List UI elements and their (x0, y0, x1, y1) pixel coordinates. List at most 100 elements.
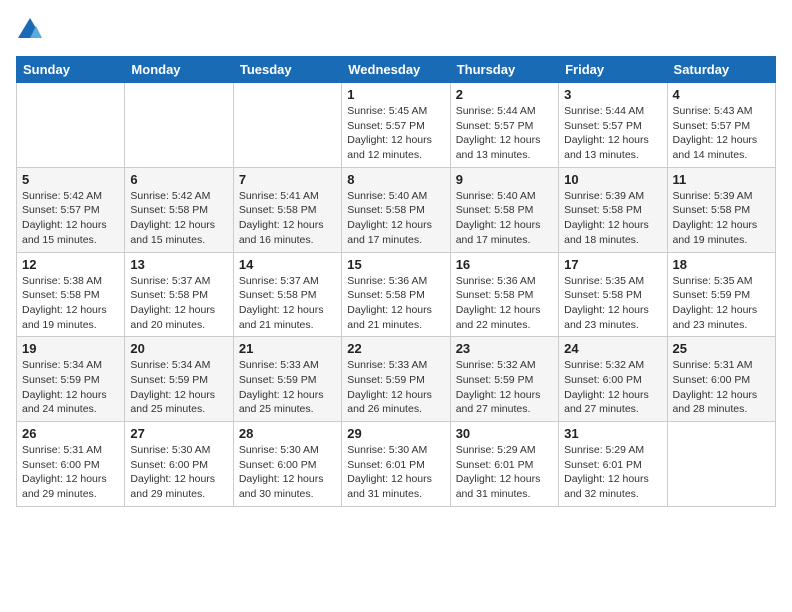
day-info: Sunrise: 5:39 AM Sunset: 5:58 PM Dayligh… (564, 189, 661, 248)
day-number: 21 (239, 341, 336, 356)
day-number: 29 (347, 426, 444, 441)
calendar-cell: 24Sunrise: 5:32 AM Sunset: 6:00 PM Dayli… (559, 337, 667, 422)
calendar-cell: 11 Sunrise: 5:39 AM Sunset: 5:58 PM Dayli… (667, 167, 775, 252)
calendar-cell: 31 Sunrise: 5:29 AM Sunset: 6:01 PM Dayli… (559, 422, 667, 507)
calendar-cell: 13 Sunrise: 5:37 AM Sunset: 5:58 PM Dayli… (125, 252, 233, 337)
day-info: Sunrise: 5:40 AM Sunset: 5:58 PM Dayligh… (347, 189, 444, 248)
calendar-header-row: SundayMondayTuesdayWednesdayThursdayFrid… (17, 57, 776, 83)
logo-icon (16, 16, 44, 44)
calendar-cell: 12 Sunrise: 5:38 AM Sunset: 5:58 PM Dayli… (17, 252, 125, 337)
weekday-header: Monday (125, 57, 233, 83)
day-number: 18 (673, 257, 770, 272)
calendar-cell: 14 Sunrise: 5:37 AM Sunset: 5:58 PM Dayli… (233, 252, 341, 337)
day-info: Sunrise: 5:30 AM Sunset: 6:01 PM Dayligh… (347, 443, 444, 502)
calendar-cell (17, 83, 125, 168)
day-number: 11 (673, 172, 770, 187)
calendar-week-row: 19 Sunrise: 5:34 AM Sunset: 5:59 PM Dayli… (17, 337, 776, 422)
day-info: Sunrise: 5:45 AM Sunset: 5:57 PM Dayligh… (347, 104, 444, 163)
day-info: Sunrise: 5:42 AM Sunset: 5:57 PM Dayligh… (22, 189, 119, 248)
calendar-cell: 15 Sunrise: 5:36 AM Sunset: 5:58 PM Dayli… (342, 252, 450, 337)
calendar-cell: 5 Sunrise: 5:42 AM Sunset: 5:57 PM Daylig… (17, 167, 125, 252)
day-number: 23 (456, 341, 553, 356)
calendar-week-row: 12 Sunrise: 5:38 AM Sunset: 5:58 PM Dayli… (17, 252, 776, 337)
day-number: 1 (347, 87, 444, 102)
calendar-cell: 20 Sunrise: 5:34 AM Sunset: 5:59 PM Dayli… (125, 337, 233, 422)
day-number: 5 (22, 172, 119, 187)
day-number: 9 (456, 172, 553, 187)
day-info: Sunrise: 5:30 AM Sunset: 6:00 PM Dayligh… (130, 443, 227, 502)
day-number: 22 (347, 341, 444, 356)
day-info: Sunrise: 5:43 AM Sunset: 5:57 PM Dayligh… (673, 104, 770, 163)
day-number: 30 (456, 426, 553, 441)
day-info: Sunrise: 5:29 AM Sunset: 6:01 PM Dayligh… (456, 443, 553, 502)
calendar-table: SundayMondayTuesdayWednesdayThursdayFrid… (16, 56, 776, 507)
day-number: 20 (130, 341, 227, 356)
calendar-cell: 4 Sunrise: 5:43 AM Sunset: 5:57 PM Daylig… (667, 83, 775, 168)
day-info: Sunrise: 5:37 AM Sunset: 5:58 PM Dayligh… (239, 274, 336, 333)
day-info: Sunrise: 5:44 AM Sunset: 5:57 PM Dayligh… (564, 104, 661, 163)
day-number: 31 (564, 426, 661, 441)
calendar-body: 1 Sunrise: 5:45 AM Sunset: 5:57 PM Daylig… (17, 83, 776, 507)
page-header (16, 16, 776, 44)
day-info: Sunrise: 5:33 AM Sunset: 5:59 PM Dayligh… (347, 358, 444, 417)
day-info: Sunrise: 5:39 AM Sunset: 5:58 PM Dayligh… (673, 189, 770, 248)
day-info: Sunrise: 5:42 AM Sunset: 5:58 PM Dayligh… (130, 189, 227, 248)
day-number: 28 (239, 426, 336, 441)
calendar-cell: 2Sunrise: 5:44 AM Sunset: 5:57 PM Daylig… (450, 83, 558, 168)
calendar-cell: 9 Sunrise: 5:40 AM Sunset: 5:58 PM Daylig… (450, 167, 558, 252)
day-number: 17 (564, 257, 661, 272)
day-number: 13 (130, 257, 227, 272)
calendar-cell: 25Sunrise: 5:31 AM Sunset: 6:00 PM Dayli… (667, 337, 775, 422)
calendar-cell (125, 83, 233, 168)
day-info: Sunrise: 5:33 AM Sunset: 5:59 PM Dayligh… (239, 358, 336, 417)
calendar-cell: 1 Sunrise: 5:45 AM Sunset: 5:57 PM Daylig… (342, 83, 450, 168)
day-number: 15 (347, 257, 444, 272)
day-info: Sunrise: 5:31 AM Sunset: 6:00 PM Dayligh… (22, 443, 119, 502)
weekday-header: Tuesday (233, 57, 341, 83)
logo (16, 16, 48, 44)
day-info: Sunrise: 5:31 AM Sunset: 6:00 PM Dayligh… (673, 358, 770, 417)
day-number: 12 (22, 257, 119, 272)
day-number: 4 (673, 87, 770, 102)
day-info: Sunrise: 5:44 AM Sunset: 5:57 PM Dayligh… (456, 104, 553, 163)
day-number: 19 (22, 341, 119, 356)
day-info: Sunrise: 5:34 AM Sunset: 5:59 PM Dayligh… (130, 358, 227, 417)
weekday-header: Thursday (450, 57, 558, 83)
day-info: Sunrise: 5:32 AM Sunset: 5:59 PM Dayligh… (456, 358, 553, 417)
day-info: Sunrise: 5:37 AM Sunset: 5:58 PM Dayligh… (130, 274, 227, 333)
calendar-cell: 28 Sunrise: 5:30 AM Sunset: 6:00 PM Dayli… (233, 422, 341, 507)
day-info: Sunrise: 5:35 AM Sunset: 5:58 PM Dayligh… (564, 274, 661, 333)
calendar-week-row: 5 Sunrise: 5:42 AM Sunset: 5:57 PM Daylig… (17, 167, 776, 252)
calendar-cell: 6 Sunrise: 5:42 AM Sunset: 5:58 PM Daylig… (125, 167, 233, 252)
weekday-header: Saturday (667, 57, 775, 83)
weekday-header: Sunday (17, 57, 125, 83)
day-info: Sunrise: 5:35 AM Sunset: 5:59 PM Dayligh… (673, 274, 770, 333)
day-number: 10 (564, 172, 661, 187)
day-info: Sunrise: 5:38 AM Sunset: 5:58 PM Dayligh… (22, 274, 119, 333)
calendar-week-row: 26 Sunrise: 5:31 AM Sunset: 6:00 PM Dayli… (17, 422, 776, 507)
calendar-cell: 7 Sunrise: 5:41 AM Sunset: 5:58 PM Daylig… (233, 167, 341, 252)
day-info: Sunrise: 5:40 AM Sunset: 5:58 PM Dayligh… (456, 189, 553, 248)
calendar-cell: 29 Sunrise: 5:30 AM Sunset: 6:01 PM Dayli… (342, 422, 450, 507)
calendar-cell: 27 Sunrise: 5:30 AM Sunset: 6:00 PM Dayli… (125, 422, 233, 507)
day-info: Sunrise: 5:41 AM Sunset: 5:58 PM Dayligh… (239, 189, 336, 248)
calendar-cell: 22 Sunrise: 5:33 AM Sunset: 5:59 PM Dayli… (342, 337, 450, 422)
day-info: Sunrise: 5:36 AM Sunset: 5:58 PM Dayligh… (456, 274, 553, 333)
calendar-cell (233, 83, 341, 168)
day-info: Sunrise: 5:29 AM Sunset: 6:01 PM Dayligh… (564, 443, 661, 502)
day-number: 27 (130, 426, 227, 441)
weekday-header: Friday (559, 57, 667, 83)
calendar-cell: 8Sunrise: 5:40 AM Sunset: 5:58 PM Daylig… (342, 167, 450, 252)
calendar-cell: 21 Sunrise: 5:33 AM Sunset: 5:59 PM Dayli… (233, 337, 341, 422)
calendar-cell: 30 Sunrise: 5:29 AM Sunset: 6:01 PM Dayli… (450, 422, 558, 507)
calendar-cell: 3Sunrise: 5:44 AM Sunset: 5:57 PM Daylig… (559, 83, 667, 168)
day-info: Sunrise: 5:36 AM Sunset: 5:58 PM Dayligh… (347, 274, 444, 333)
day-number: 26 (22, 426, 119, 441)
day-info: Sunrise: 5:30 AM Sunset: 6:00 PM Dayligh… (239, 443, 336, 502)
day-number: 6 (130, 172, 227, 187)
calendar-cell (667, 422, 775, 507)
calendar-cell: 26 Sunrise: 5:31 AM Sunset: 6:00 PM Dayli… (17, 422, 125, 507)
day-number: 14 (239, 257, 336, 272)
day-number: 16 (456, 257, 553, 272)
day-number: 7 (239, 172, 336, 187)
